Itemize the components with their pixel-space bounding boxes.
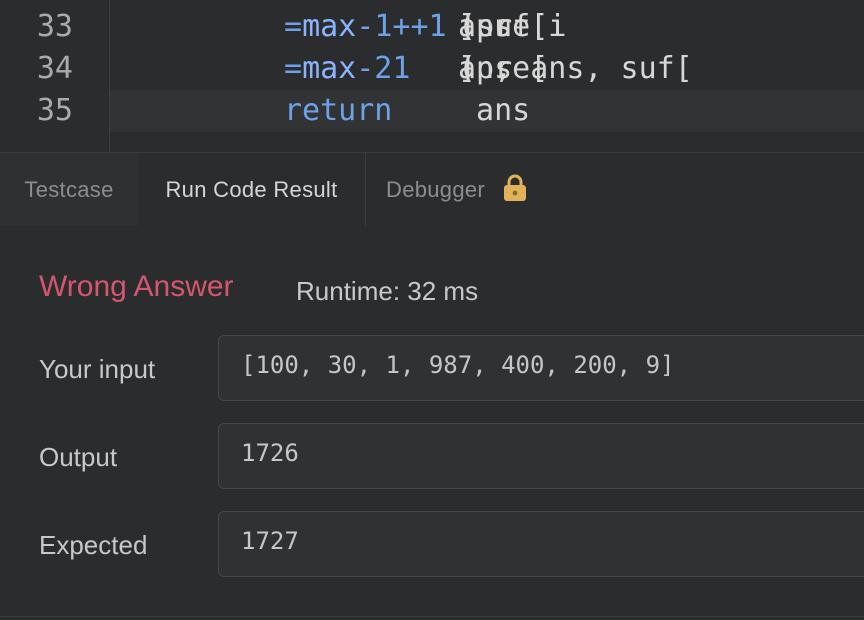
runtime-value: Runtime: 32 ms — [296, 276, 479, 306]
your-input-box[interactable]: [100, 30, 1, 987, 400, 200, 9] — [218, 335, 864, 401]
line-gutter: 33 34 35 — [0, 0, 110, 152]
bottom-divider — [0, 616, 864, 617]
code-token: = — [284, 9, 303, 44]
code-token: max — [302, 9, 357, 44]
code-token: max — [302, 51, 357, 86]
code-token: 1 — [428, 9, 447, 44]
tab-testcase[interactable]: Testcase — [0, 153, 139, 226]
code-line-34[interactable]: ans = max (pre[-2] , ans, suf[1] — [110, 48, 864, 90]
tab-run-code-result[interactable]: Run Code Result — [138, 153, 366, 227]
lock-icon — [501, 173, 529, 203]
tab-debugger-label: Debugger — [386, 176, 486, 202]
your-input-label: Your input — [39, 354, 156, 384]
expected-label: Expected — [39, 530, 148, 560]
tab-testcase-label: Testcase — [24, 176, 114, 202]
run-code-result-panel: Wrong Answer Runtime: 32 ms Your input [… — [0, 226, 864, 620]
output-box[interactable]: 1726 — [218, 423, 864, 489]
code-token: - — [356, 9, 375, 44]
tab-run-code-result-label: Run Code Result — [165, 177, 338, 202]
code-token: ] — [458, 9, 477, 44]
code-token: return — [284, 93, 393, 128]
tab-debugger[interactable]: Debugger — [366, 153, 586, 226]
code-token: 1 — [374, 9, 393, 44]
output-label: Output — [39, 442, 118, 472]
code-token: ] , ans, suf[ — [458, 51, 693, 86]
code-line-33[interactable]: ans = max (pre[i -1] + suf[i +1] — [110, 6, 864, 48]
expected-box[interactable]: 1727 — [218, 511, 864, 577]
code-token: 1 — [392, 51, 411, 86]
code-token: = — [284, 51, 303, 86]
result-tab-bar: Testcase Run Code Result Debugger — [0, 152, 864, 227]
code-token: ] — [458, 51, 477, 86]
line-number-33: 33 — [36, 9, 73, 44]
result-status: Wrong Answer — [39, 270, 234, 303]
line-number-34: 34 — [36, 51, 73, 86]
code-token: + — [392, 9, 411, 44]
code-token: -2 — [356, 51, 393, 86]
code-line-35[interactable]: return ans — [110, 90, 864, 132]
code-token: + — [410, 9, 429, 44]
code-token: ans — [458, 93, 531, 128]
code-editor[interactable]: 33 34 35 ans = max (pre[i -1] + suf[i +1] a… — [0, 0, 864, 152]
line-number-35: 35 — [36, 93, 73, 128]
